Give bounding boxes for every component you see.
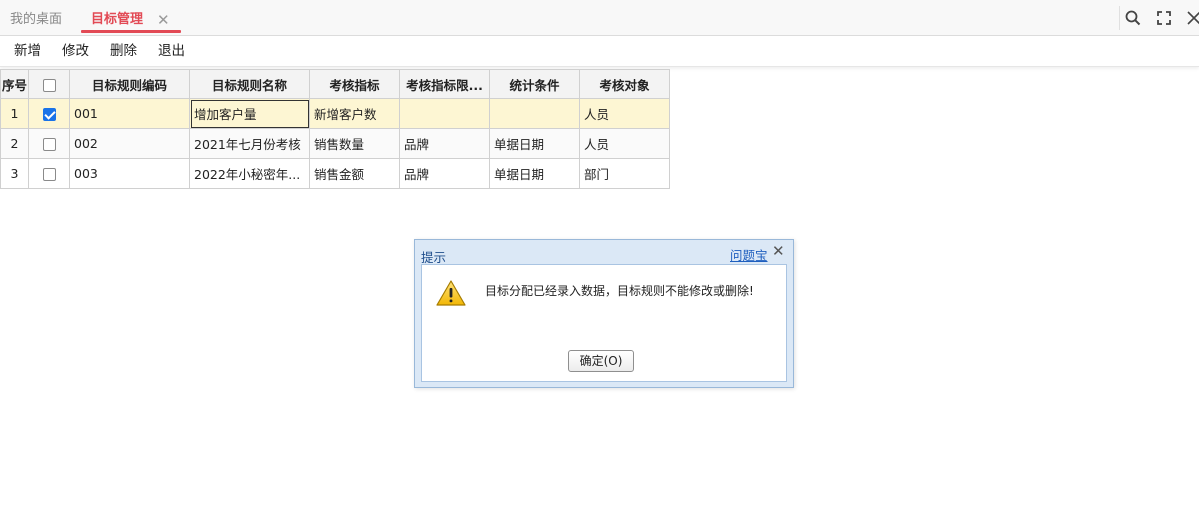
row-checkbox[interactable] xyxy=(42,138,56,151)
row-checkbox[interactable] xyxy=(42,108,56,121)
close-icon[interactable] xyxy=(1185,9,1199,27)
cell-metric-limit[interactable]: 品牌 xyxy=(399,128,490,159)
cell-metric-limit[interactable] xyxy=(399,98,490,129)
search-icon[interactable] xyxy=(1124,9,1142,27)
row-checkbox[interactable] xyxy=(42,168,56,181)
cell-seq: 1 xyxy=(0,98,29,129)
active-tab-underline xyxy=(81,30,181,33)
dialog-close-icon[interactable]: ✕ xyxy=(772,242,785,260)
add-button[interactable]: 新增 xyxy=(14,36,41,66)
table-header-row: 序号 目标规则编码 目标规则名称 考核指标 考核指标限... 统计条件 考核对象 xyxy=(0,69,670,99)
tab-close-icon[interactable]: ✕ xyxy=(157,0,170,40)
tab-bar: 我的桌面 目标管理 ✕ xyxy=(0,0,1199,36)
alert-dialog: 提示 问题宝 ✕ 目标分配已经录入数据，目标规则不能修改或删除! 确定(O) xyxy=(414,239,794,388)
exit-button[interactable]: 退出 xyxy=(158,36,185,66)
cell-seq: 2 xyxy=(0,128,29,159)
cell-code[interactable]: 003 xyxy=(69,158,190,189)
target-rules-table: 序号 目标规则编码 目标规则名称 考核指标 考核指标限... 统计条件 考核对象… xyxy=(0,69,670,189)
col-header-select-all[interactable] xyxy=(28,69,70,99)
col-header-metric[interactable]: 考核指标 xyxy=(309,69,400,99)
divider xyxy=(1119,6,1120,30)
table-row[interactable]: 2 002 2021年七月份考核 销售数量 品牌 单据日期 人员 xyxy=(0,128,670,159)
cell-select[interactable] xyxy=(28,128,70,159)
cell-code[interactable]: 001 xyxy=(69,98,190,129)
select-all-checkbox[interactable] xyxy=(42,78,56,92)
col-header-metric-limit[interactable]: 考核指标限... xyxy=(399,69,490,99)
edit-button[interactable]: 修改 xyxy=(62,36,89,66)
table-row[interactable]: 3 003 2022年小秘密年... 销售金额 品牌 单据日期 部门 xyxy=(0,158,670,189)
col-header-seq: 序号 xyxy=(0,69,29,99)
cell-select[interactable] xyxy=(28,158,70,189)
cell-target[interactable]: 人员 xyxy=(579,98,670,129)
tab-target-management[interactable]: 目标管理 ✕ xyxy=(81,0,181,35)
cell-target[interactable]: 部门 xyxy=(579,158,670,189)
cell-metric[interactable]: 销售金额 xyxy=(309,158,400,189)
tab-my-desktop[interactable]: 我的桌面 xyxy=(10,0,62,35)
tab-label: 目标管理 xyxy=(91,12,144,27)
cell-name[interactable]: 增加客户量 xyxy=(189,98,310,129)
toolbar: 新增 修改 删除 退出 xyxy=(0,36,1199,67)
cell-select[interactable] xyxy=(28,98,70,129)
delete-button[interactable]: 删除 xyxy=(110,36,137,66)
col-header-target[interactable]: 考核对象 xyxy=(579,69,670,99)
dialog-body: 目标分配已经录入数据，目标规则不能修改或删除! 确定(O) xyxy=(421,264,787,382)
dialog-message: 目标分配已经录入数据，目标规则不能修改或删除! xyxy=(485,284,754,298)
cell-condition[interactable]: 单据日期 xyxy=(489,128,580,159)
cell-target[interactable]: 人员 xyxy=(579,128,670,159)
cell-code[interactable]: 002 xyxy=(69,128,190,159)
col-header-condition[interactable]: 统计条件 xyxy=(489,69,580,99)
cell-name[interactable]: 2022年小秘密年... xyxy=(189,158,310,189)
cell-metric[interactable]: 销售数量 xyxy=(309,128,400,159)
dialog-help-link[interactable]: 问题宝 xyxy=(730,245,768,264)
cell-condition[interactable] xyxy=(489,98,580,129)
cell-metric[interactable]: 新增客户数 xyxy=(309,98,400,129)
col-header-name[interactable]: 目标规则名称 xyxy=(189,69,310,99)
cell-condition[interactable]: 单据日期 xyxy=(489,158,580,189)
cell-seq: 3 xyxy=(0,158,29,189)
table-row[interactable]: 1 001 增加客户量 新增客户数 人员 xyxy=(0,98,670,129)
cell-name[interactable]: 2021年七月份考核 xyxy=(189,128,310,159)
warning-icon xyxy=(436,280,466,306)
col-header-code[interactable]: 目标规则编码 xyxy=(69,69,190,99)
cell-metric-limit[interactable]: 品牌 xyxy=(399,158,490,189)
fullscreen-icon[interactable] xyxy=(1155,9,1173,27)
ok-button[interactable]: 确定(O) xyxy=(568,350,634,372)
